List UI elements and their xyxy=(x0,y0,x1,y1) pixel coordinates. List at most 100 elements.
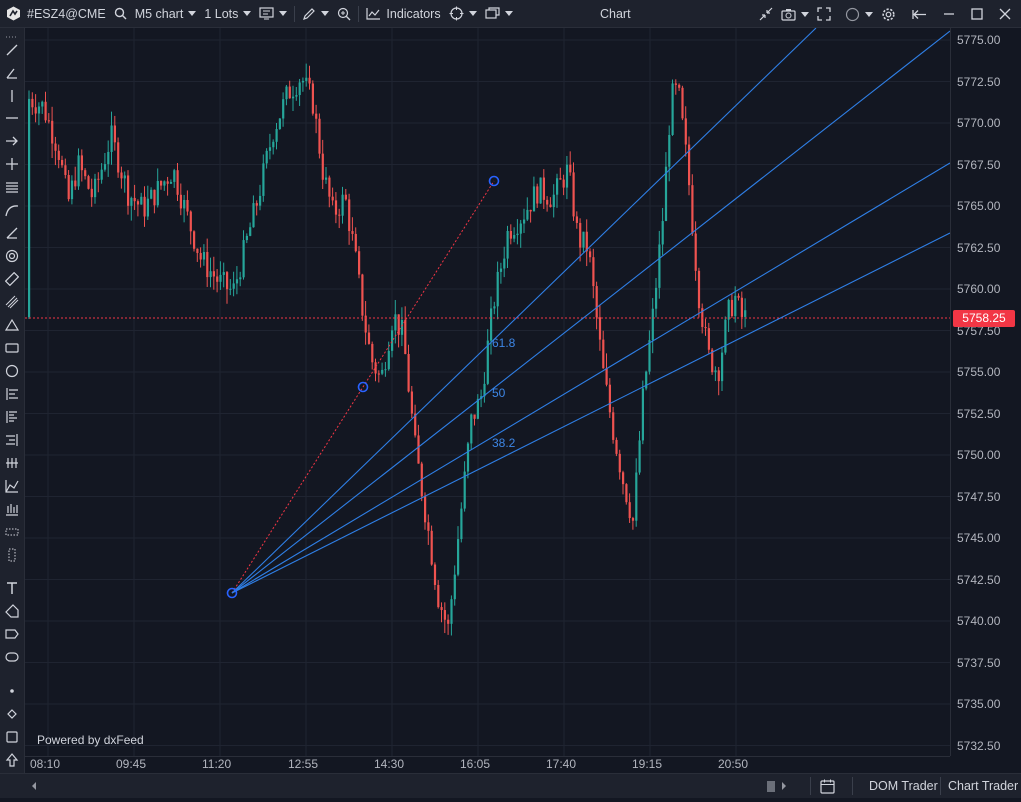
ruler-tool-icon[interactable] xyxy=(4,271,20,287)
price-axis[interactable]: 5775.00 5772.50 5770.00 5767.50 5765.00 5762.… xyxy=(950,28,1021,756)
triangle-tool-icon[interactable] xyxy=(4,317,20,333)
tag-tool-icon[interactable] xyxy=(4,603,20,619)
dot-tool-icon[interactable] xyxy=(4,683,20,699)
dom-trader-button[interactable]: DOM Trader xyxy=(869,774,938,798)
arrow-up-tool-icon[interactable] xyxy=(4,752,20,768)
candle-body xyxy=(321,153,324,180)
candle-body xyxy=(51,120,54,144)
candle-body xyxy=(34,107,37,114)
parallel-channel-tool-icon[interactable] xyxy=(4,179,20,195)
candle-body xyxy=(348,199,351,232)
candle-body xyxy=(305,77,308,81)
fib-level-label: 38.2 xyxy=(492,436,516,450)
candle-body xyxy=(400,319,404,335)
gann-tool-icon[interactable] xyxy=(4,478,20,494)
drawing-tool-dropdown[interactable] xyxy=(298,0,333,28)
ellipse-tool-icon[interactable] xyxy=(4,363,20,379)
maximize-button[interactable] xyxy=(967,0,987,28)
candle-body xyxy=(562,179,565,188)
candle-body xyxy=(513,235,516,239)
time-tick-label: 14:30 xyxy=(374,757,405,771)
minimize-button[interactable] xyxy=(939,0,959,28)
candle-body xyxy=(608,384,611,413)
fullscreen-button[interactable] xyxy=(813,0,835,28)
chart-type-dropdown[interactable] xyxy=(255,0,291,28)
scroll-left-icon[interactable] xyxy=(30,779,38,793)
layout-dropdown[interactable] xyxy=(481,0,517,28)
text-tool-icon[interactable] xyxy=(4,580,20,596)
date-picker-button[interactable] xyxy=(820,778,835,794)
callout-tool-icon[interactable] xyxy=(4,626,20,642)
pitchfork-tool-icon[interactable] xyxy=(4,455,20,471)
square-tool-icon[interactable] xyxy=(4,729,20,745)
candle-body xyxy=(615,439,618,454)
fib-fan-drawing[interactable]: 61.8 50 38.2 xyxy=(226,28,951,599)
vertical-line-tool-icon[interactable] xyxy=(4,88,20,104)
candle-body xyxy=(70,180,74,200)
candle-body xyxy=(661,221,664,245)
candle-body xyxy=(602,339,605,369)
hatch-tool-icon[interactable] xyxy=(4,294,20,310)
fib-extension-tool-icon[interactable] xyxy=(4,409,20,425)
candle-body xyxy=(206,252,209,278)
settings-button[interactable] xyxy=(877,0,900,28)
fib-channel-tool-icon[interactable] xyxy=(4,432,20,448)
price-chart[interactable]: 61.8 50 38.2 xyxy=(25,28,950,756)
close-button[interactable] xyxy=(995,0,1015,28)
candlesticks xyxy=(25,63,950,636)
symbol-selector[interactable]: #ESZ4@CME xyxy=(25,0,110,28)
candle-body xyxy=(559,178,562,180)
indicators-button[interactable]: Indicators xyxy=(362,0,444,28)
label-tool-icon[interactable] xyxy=(4,649,20,665)
candle-body xyxy=(443,610,446,620)
pattern-tool-icon[interactable] xyxy=(4,501,20,517)
indicators-icon xyxy=(366,8,381,20)
app-logo-icon[interactable] xyxy=(0,0,25,28)
crossline-tool-icon[interactable] xyxy=(4,156,20,172)
candle-body xyxy=(156,181,159,206)
candle-body xyxy=(539,177,542,204)
trend-line-tool-icon[interactable] xyxy=(4,42,20,58)
candle-body xyxy=(433,564,437,585)
snapshot-dropdown[interactable] xyxy=(777,0,813,28)
shrink-button[interactable] xyxy=(755,0,777,28)
candle-body xyxy=(278,118,281,130)
candle-body xyxy=(216,276,219,282)
scroll-thumb[interactable] xyxy=(767,781,775,792)
candle-body xyxy=(526,209,529,220)
arrow-tool-icon[interactable] xyxy=(4,133,20,149)
candle-body xyxy=(285,86,288,100)
time-axis[interactable]: 08:10 09:45 11:20 12:55 14:30 16:05 17:40 19:15… xyxy=(25,756,950,773)
angle-tool-icon[interactable] xyxy=(4,65,20,81)
scroll-right-icon[interactable] xyxy=(780,779,788,793)
rectangle-tool-icon[interactable] xyxy=(4,340,20,356)
candle-body xyxy=(625,484,628,503)
chart-trader-button[interactable]: Chart Trader xyxy=(948,774,1018,798)
theme-dropdown[interactable] xyxy=(841,0,877,28)
candle-body xyxy=(196,248,199,253)
price-tick-label: 5745.00 xyxy=(957,531,1001,545)
lots-label: 1 Lots xyxy=(204,6,239,21)
curve-tool-icon[interactable] xyxy=(4,202,20,218)
candle-body xyxy=(77,155,80,187)
dotted-range-tool-icon[interactable] xyxy=(4,524,20,540)
candle-body xyxy=(61,159,64,166)
horizontal-scrollbar[interactable] xyxy=(30,779,800,793)
zoom-in-button[interactable] xyxy=(333,0,355,28)
candle-body xyxy=(470,414,473,444)
time-tick-label: 19:15 xyxy=(632,757,663,771)
candle-body xyxy=(117,142,120,173)
fib-retracement-tool-icon[interactable] xyxy=(4,386,20,402)
ray-tool-icon[interactable] xyxy=(4,225,20,241)
timeframe-dropdown[interactable]: M5 chart xyxy=(131,0,201,28)
lots-dropdown[interactable]: 1 Lots xyxy=(200,0,255,28)
spiral-tool-icon[interactable] xyxy=(4,248,20,264)
diamond-tool-icon[interactable] xyxy=(4,706,20,722)
vertical-range-tool-icon[interactable] xyxy=(4,547,20,563)
candle-body xyxy=(100,169,103,180)
crosshair-button[interactable] xyxy=(445,0,481,28)
horizontal-line-tool-icon[interactable] xyxy=(4,110,20,126)
candle-body xyxy=(354,233,357,252)
pin-button[interactable] xyxy=(908,0,931,28)
symbol-search-icon[interactable] xyxy=(110,0,131,28)
